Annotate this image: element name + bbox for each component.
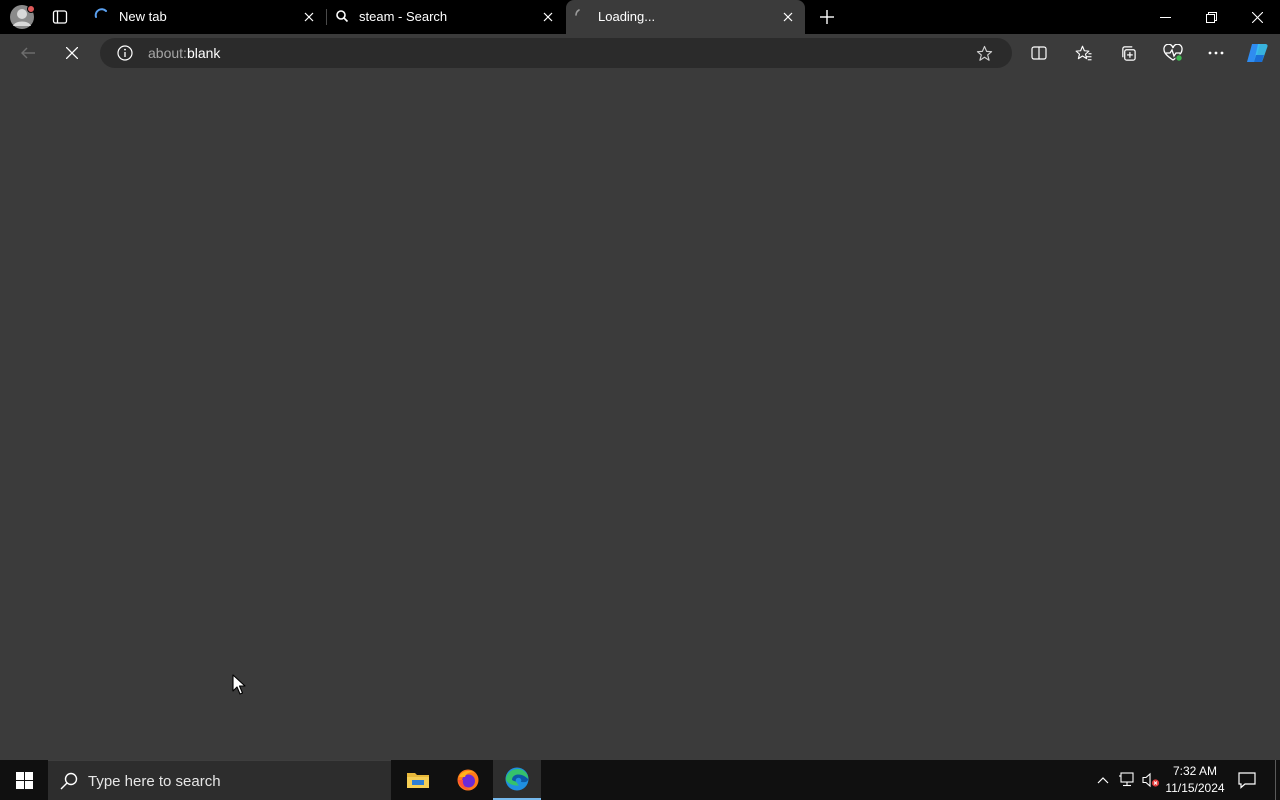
copilot-button[interactable] bbox=[1243, 39, 1271, 67]
tab-new-tab[interactable]: New tab bbox=[87, 0, 327, 34]
loading-spinner-icon bbox=[572, 7, 590, 25]
browser-toolbar: about:blank bbox=[0, 34, 1280, 72]
new-tab-button[interactable] bbox=[815, 5, 839, 29]
close-tab-icon[interactable] bbox=[540, 9, 556, 25]
file-explorer-taskbar-button[interactable] bbox=[394, 760, 442, 800]
tab-actions-icon[interactable] bbox=[48, 5, 72, 29]
restore-button[interactable] bbox=[1197, 4, 1225, 30]
show-hidden-icons-button[interactable] bbox=[1093, 770, 1113, 790]
taskbar-search-placeholder: Type here to search bbox=[88, 773, 221, 790]
page-content bbox=[0, 72, 1280, 760]
mouse-cursor-icon bbox=[232, 674, 246, 696]
show-desktop-button[interactable] bbox=[1275, 760, 1276, 800]
clock-date: 11/15/2024 bbox=[1165, 781, 1225, 795]
tab-title: Loading... bbox=[598, 9, 656, 24]
tab-strip: New tab steam - Search Loading... bbox=[0, 0, 1280, 34]
favorite-star-icon[interactable] bbox=[975, 44, 993, 62]
split-screen-button[interactable] bbox=[1025, 39, 1053, 67]
stop-loading-button[interactable] bbox=[58, 39, 86, 67]
collections-button[interactable] bbox=[1114, 39, 1142, 67]
info-icon[interactable] bbox=[116, 44, 134, 62]
taskbar-search-box[interactable]: Type here to search bbox=[48, 760, 391, 800]
close-tab-icon[interactable] bbox=[301, 9, 317, 25]
volume-muted-icon[interactable] bbox=[1141, 770, 1161, 790]
loading-spinner-icon bbox=[93, 7, 111, 25]
tab-steam-search[interactable]: steam - Search bbox=[327, 0, 565, 34]
close-window-button[interactable] bbox=[1243, 4, 1271, 30]
more-options-button[interactable] bbox=[1202, 39, 1230, 67]
clock-time: 7:32 AM bbox=[1172, 764, 1218, 778]
profile-avatar-icon[interactable] bbox=[9, 4, 35, 30]
search-icon bbox=[59, 771, 79, 791]
browser-essentials-button[interactable] bbox=[1159, 39, 1187, 67]
firefox-taskbar-button[interactable] bbox=[444, 760, 492, 800]
tab-title: New tab bbox=[119, 9, 167, 24]
tab-loading[interactable]: Loading... bbox=[566, 0, 805, 34]
windows-taskbar: Type here to search 7:32 AM 11/15/2024 bbox=[0, 760, 1280, 800]
close-tab-icon[interactable] bbox=[780, 9, 796, 25]
minimize-button[interactable] bbox=[1151, 4, 1179, 30]
address-url[interactable]: about:blank bbox=[148, 45, 220, 61]
tab-title: steam - Search bbox=[359, 9, 448, 24]
favorites-button[interactable] bbox=[1070, 39, 1098, 67]
address-bar[interactable]: about:blank bbox=[100, 38, 1012, 68]
edge-taskbar-button[interactable] bbox=[493, 760, 541, 800]
search-icon bbox=[333, 7, 351, 25]
network-icon[interactable] bbox=[1117, 770, 1137, 790]
url-path: blank bbox=[186, 45, 221, 61]
notification-center-icon[interactable] bbox=[1237, 770, 1257, 790]
start-button[interactable] bbox=[0, 760, 48, 800]
back-button[interactable] bbox=[14, 39, 42, 67]
taskbar-clock[interactable]: 7:32 AM 11/15/2024 bbox=[1160, 763, 1230, 797]
url-scheme: about: bbox=[148, 45, 187, 61]
